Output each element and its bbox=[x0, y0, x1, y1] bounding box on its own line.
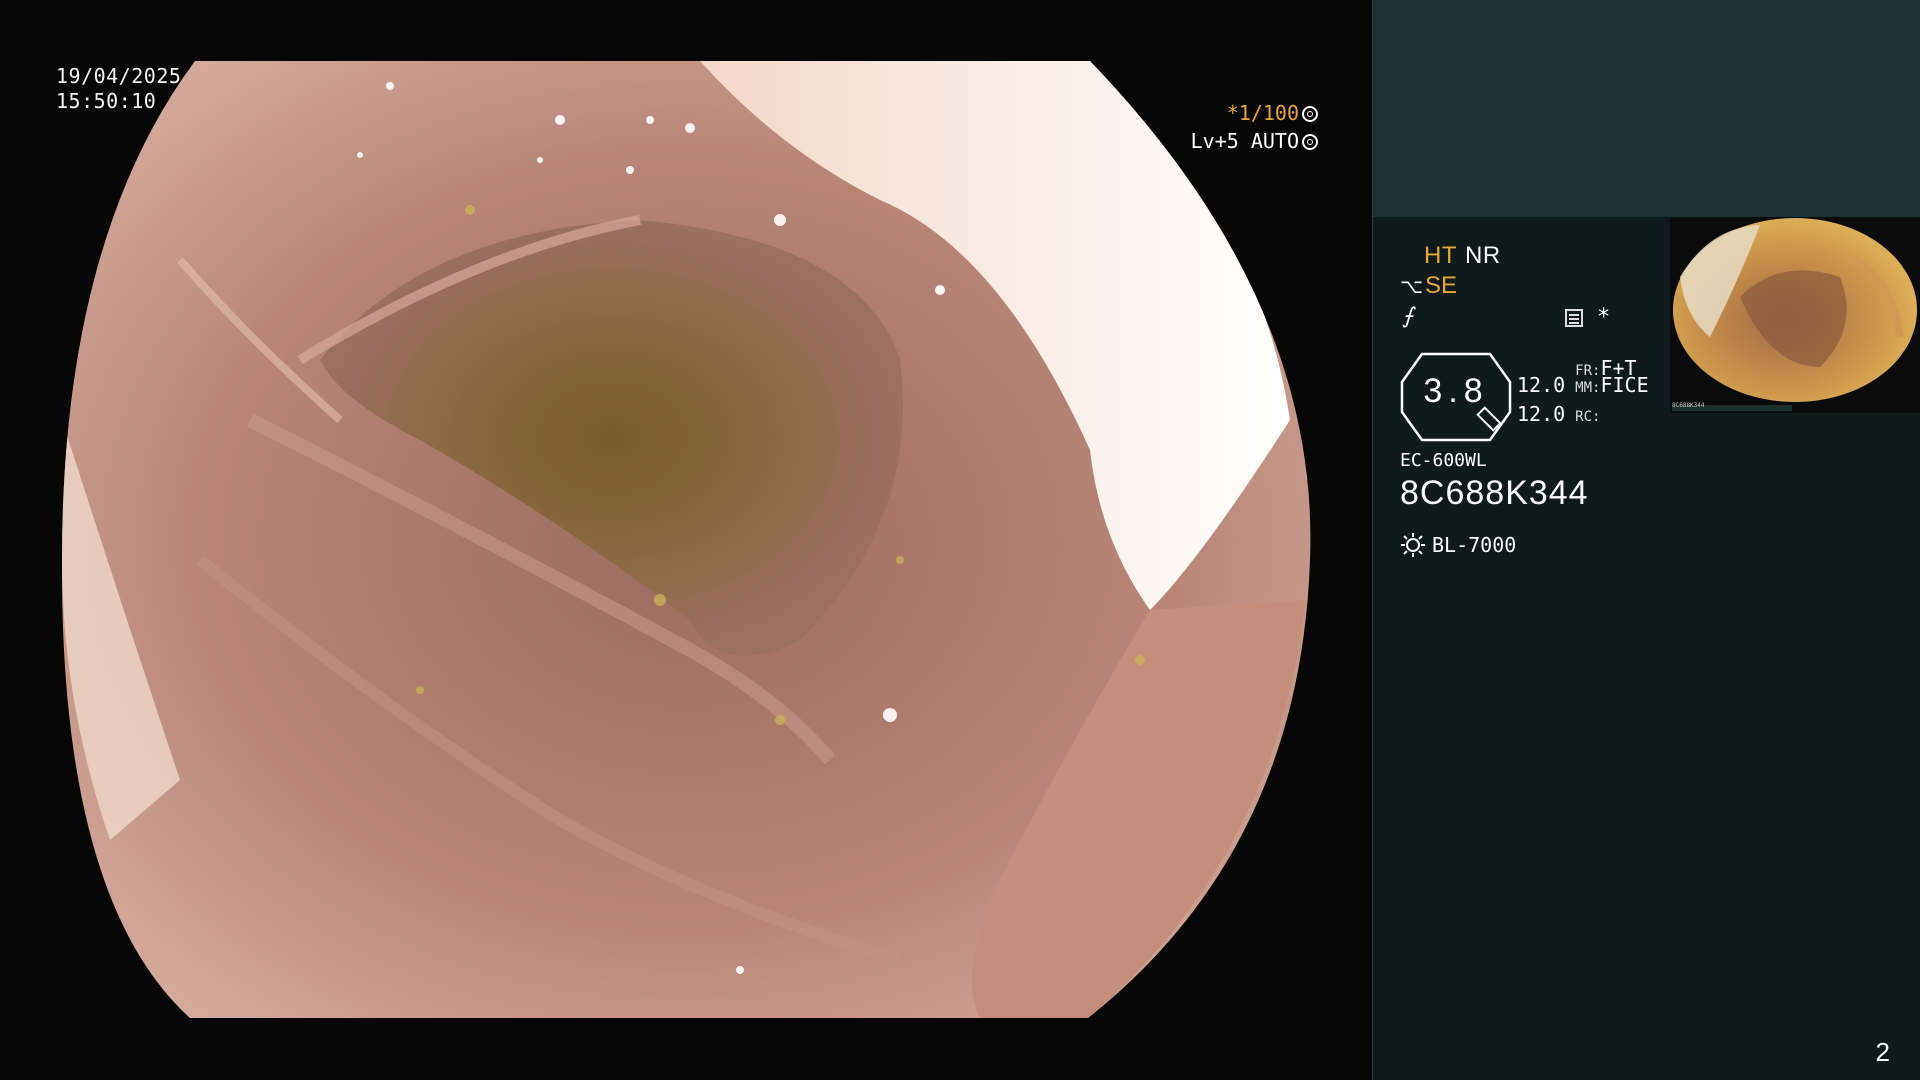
mm-value: FICE bbox=[1600, 373, 1649, 397]
scope-serial: 8C688K344 bbox=[1400, 474, 1589, 512]
image-readouts: 12.0FR:F+T 12.0MM:FICE 12.0RC: bbox=[1517, 355, 1649, 430]
panel-header-area bbox=[1373, 0, 1920, 217]
function-icon: ⨍ bbox=[1402, 304, 1414, 329]
mode-indicators: HT NR bbox=[1424, 242, 1509, 270]
sun-icon bbox=[1401, 533, 1425, 557]
mode-nr: NR bbox=[1465, 242, 1501, 269]
readout-value-1: 12.0 bbox=[1517, 373, 1566, 397]
endoscope-video-area: 19/04/2025 15:50:10 *1/100 Lv+5 AUTO bbox=[0, 0, 1372, 1080]
mode-ht: HT bbox=[1424, 242, 1457, 269]
scope-model: EC-600WL bbox=[1400, 450, 1487, 471]
zoom-value: 3.8 bbox=[1423, 372, 1489, 410]
rc-label: RC: bbox=[1575, 409, 1601, 425]
exposure-mode: AUTO bbox=[1250, 129, 1299, 153]
gear-icon bbox=[1302, 134, 1318, 150]
light-source: BL-7000 bbox=[1400, 532, 1516, 558]
shutter-speed: *1/100 bbox=[1226, 101, 1299, 125]
readout-value-2: 12.0 bbox=[1517, 402, 1566, 426]
mm-label: MM: bbox=[1575, 380, 1601, 396]
page-number: 2 bbox=[1875, 1037, 1890, 1067]
menu-icon bbox=[1565, 309, 1583, 327]
date-text: 19/04/2025 bbox=[56, 64, 182, 88]
gear-icon bbox=[1302, 106, 1318, 122]
shutter-info: *1/100 Lv+5 AUTO bbox=[1191, 99, 1318, 155]
se-label: SE bbox=[1425, 272, 1458, 299]
scope-icon: ⌥ bbox=[1400, 276, 1424, 298]
exposure-level: Lv+5 bbox=[1190, 129, 1239, 153]
time-text: 15:50:10 bbox=[56, 89, 157, 113]
endoscopic-image bbox=[61, 61, 1311, 1018]
thumbnail-image bbox=[1672, 218, 1917, 411]
asterisk-marker: * bbox=[1597, 305, 1611, 330]
captured-thumbnail[interactable]: 8C688K344 bbox=[1670, 217, 1920, 413]
thumbnail-label: 8C688K344 bbox=[1672, 402, 1705, 409]
timestamp: 19/04/2025 15:50:10 bbox=[56, 64, 181, 114]
se-indicator: ⌥SE bbox=[1400, 272, 1457, 300]
light-source-label: BL-7000 bbox=[1432, 533, 1517, 557]
